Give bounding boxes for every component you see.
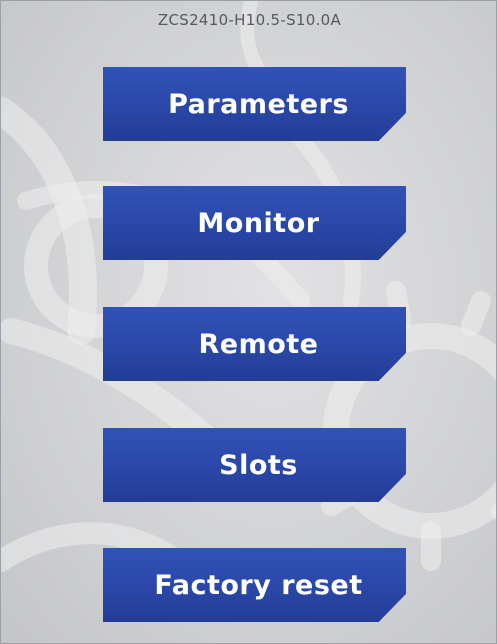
monitor-button[interactable]: Monitor bbox=[103, 186, 406, 260]
factory-reset-button-label: Factory reset bbox=[154, 569, 363, 601]
remote-button-label: Remote bbox=[198, 328, 319, 360]
slots-button[interactable]: Slots bbox=[103, 428, 406, 502]
slots-button-label: Slots bbox=[219, 449, 298, 481]
device-id-label: ZCS2410-H10.5-S10.0A bbox=[157, 11, 342, 29]
menu-panel: ZCS2410-H10.5-S10.0A Parameters Monitor … bbox=[0, 0, 497, 644]
parameters-button-label: Parameters bbox=[168, 88, 349, 120]
factory-reset-button[interactable]: Factory reset bbox=[103, 548, 406, 622]
parameters-button[interactable]: Parameters bbox=[103, 67, 406, 141]
monitor-button-label: Monitor bbox=[197, 207, 320, 239]
remote-button[interactable]: Remote bbox=[103, 307, 406, 381]
